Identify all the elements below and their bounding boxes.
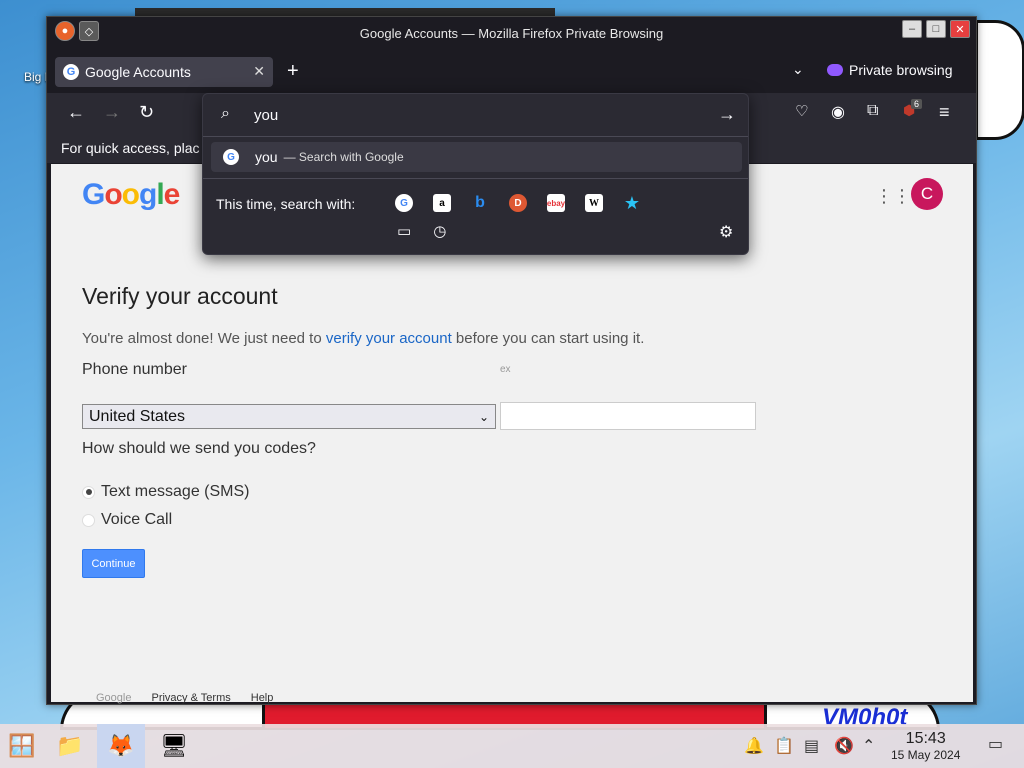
firefox-taskbar-icon[interactable]: 🦊 [97, 724, 145, 768]
close-tab-icon[interactable]: ✕ [253, 63, 265, 80]
show-desktop-icon[interactable]: ▭ [988, 734, 1003, 754]
go-arrow-icon[interactable]: → [718, 104, 736, 125]
page-heading: Verify your account [82, 283, 278, 309]
account-icon[interactable]: ◉ [831, 102, 845, 122]
sms-label: Text message (SMS) [101, 483, 250, 500]
extensions-puzzle-icon[interactable]: ⧉ [867, 102, 878, 120]
search-suggestion[interactable]: G you — Search with Google [211, 142, 742, 172]
voice-radio[interactable] [82, 513, 95, 527]
clipboard-icon[interactable]: 📋 [774, 736, 794, 756]
file-manager-icon[interactable]: 📁 [52, 728, 88, 764]
suggestion-sub: — Search with Google [283, 150, 404, 164]
list-all-tabs-chevron-icon[interactable]: ⌄ [792, 61, 804, 78]
pocket-icon[interactable]: ♡ [795, 102, 808, 120]
bookmarks-star-icon[interactable]: ★ [623, 193, 641, 213]
option-sms[interactable]: Text message (SMS) [82, 483, 249, 501]
delivery-method-question: How should we send you codes? [82, 440, 316, 457]
bing-engine-icon[interactable]: b [471, 194, 489, 212]
private-browsing-label: Private browsing [849, 62, 953, 78]
back-arrow-icon[interactable]: ← [67, 102, 85, 123]
privacy-terms-link[interactable]: Privacy & Terms [151, 692, 230, 704]
phone-example-hint: ex [500, 364, 511, 375]
extension-badge-count: 6 [911, 99, 923, 109]
forward-arrow-icon[interactable]: → [103, 102, 121, 123]
google-engine-icon[interactable]: G [395, 194, 413, 212]
divider [203, 136, 748, 137]
system-settings-icon[interactable]: 🖥 [156, 728, 192, 764]
tab-label: Google Accounts [85, 64, 191, 80]
volume-muted-icon[interactable]: 🔇 [834, 736, 854, 756]
intro-text: You're almost done! We just need to veri… [82, 330, 644, 347]
ebay-engine-icon[interactable]: ebay [547, 194, 565, 212]
hamburger-menu-icon[interactable]: ≡ [939, 102, 950, 123]
clock[interactable]: 15:43 15 May 2024 [891, 730, 960, 762]
account-avatar[interactable]: C [911, 178, 943, 210]
taskbar: 🪟 📁 🦊 🖥 🔔 📋 ▤ 🔇 ⌃ 15:43 15 May 2024 ▭ [0, 724, 1024, 768]
option-voice[interactable]: Voice Call [82, 511, 172, 529]
reload-icon[interactable]: ↻ [139, 102, 154, 123]
help-link[interactable]: Help [251, 692, 274, 704]
private-mask-icon [827, 64, 843, 76]
maximize-button[interactable]: □ [926, 20, 946, 38]
urlbar-input[interactable]: ⌕ you → [213, 100, 740, 130]
duckduckgo-engine-icon[interactable]: D [509, 194, 527, 212]
tabs-search-icon[interactable]: ▭ [397, 222, 411, 240]
verify-account-link[interactable]: verify your account [326, 330, 452, 347]
history-search-icon[interactable]: ◷ [433, 222, 446, 240]
suggestion-term: you [255, 149, 278, 165]
continue-button[interactable]: Continue [82, 549, 145, 578]
google-icon: G [223, 149, 239, 165]
page-footer: Google Privacy & Terms Help [96, 692, 273, 704]
start-menu-icon[interactable]: 🪟 [4, 728, 40, 764]
notifications-bell-icon[interactable]: 🔔 [744, 736, 764, 756]
tray-expand-chevron-icon[interactable]: ⌃ [862, 736, 875, 756]
search-icon: ⌕ [221, 105, 230, 122]
intro-text-before: You're almost done! We just need to [82, 330, 322, 347]
google-favicon-icon: G [63, 64, 79, 80]
clock-date: 15 May 2024 [891, 748, 961, 762]
this-time-search-label: This time, search with: [216, 196, 356, 212]
search-engine-list: G a b D ebay W ★ [395, 193, 641, 213]
divider [203, 178, 748, 179]
amazon-engine-icon[interactable]: a [433, 194, 451, 212]
minimize-button[interactable]: – [902, 20, 922, 38]
clock-time: 15:43 [905, 730, 946, 747]
private-browsing-indicator: Private browsing [827, 62, 953, 78]
country-select[interactable]: United States ⌄ [82, 404, 496, 429]
window-title: Google Accounts — Mozilla Firefox Privat… [359, 26, 664, 41]
google-logo[interactable]: Google [82, 178, 180, 212]
voice-label: Voice Call [101, 511, 173, 528]
close-window-button[interactable]: ✕ [950, 20, 970, 38]
desktop-wallpaper-art-right [975, 20, 1024, 140]
urlbar-value: you [254, 107, 279, 124]
sms-radio[interactable] [82, 485, 95, 499]
intro-text-after: before you can start using it. [455, 330, 645, 347]
search-settings-gear-icon[interactable]: ⚙ [719, 222, 733, 242]
wikipedia-engine-icon[interactable]: W [585, 194, 603, 212]
phone-number-label: Phone number [82, 361, 187, 378]
footer-google: Google [96, 692, 132, 704]
chevron-down-icon: ⌄ [478, 409, 489, 424]
tab-bar: G Google Accounts ✕ + ⌄ Private browsing [47, 49, 976, 93]
country-selected-value: United States [89, 407, 186, 425]
phone-number-input[interactable] [500, 402, 756, 430]
urlbar-dropdown: ⌕ you → G you — Search with Google This … [202, 93, 749, 255]
window-titlebar[interactable]: ● ◇ Google Accounts — Mozilla Firefox Pr… [47, 17, 976, 49]
tab-google-accounts[interactable]: G Google Accounts ✕ [55, 57, 273, 87]
storage-icon[interactable]: ▤ [804, 736, 819, 756]
new-tab-button[interactable]: + [287, 60, 299, 83]
